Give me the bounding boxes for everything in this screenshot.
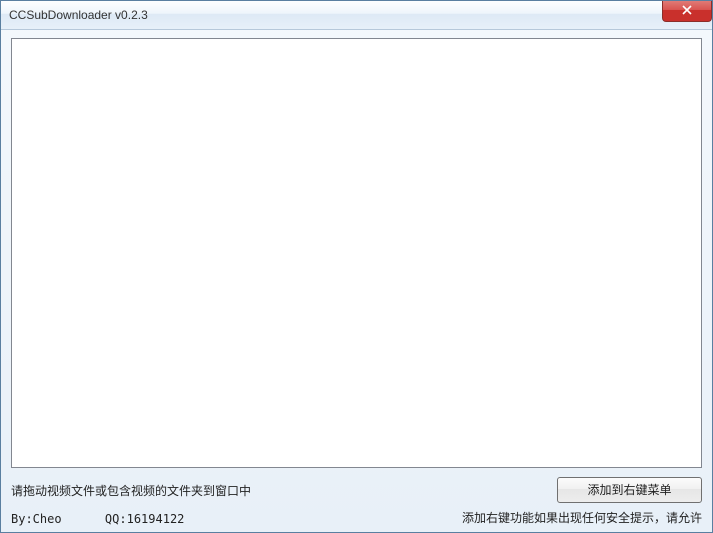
add-context-menu-button[interactable]: 添加到右键菜单 — [557, 477, 702, 503]
credits-text: By:Cheo QQ:16194122 — [11, 512, 184, 526]
close-icon — [682, 4, 692, 18]
bottom-row: 请拖动视频文件或包含视频的文件夹到窗口中 添加到右键菜单 — [11, 476, 702, 504]
instruction-text: 请拖动视频文件或包含视频的文件夹到窗口中 — [11, 482, 251, 499]
window-title: CCSubDownloader v0.2.3 — [9, 8, 148, 22]
titlebar[interactable]: CCSubDownloader v0.2.3 — [1, 1, 712, 30]
app-window: CCSubDownloader v0.2.3 请拖动视频文件或包含视频的文件夹到… — [0, 0, 713, 533]
footer-row: By:Cheo QQ:16194122 添加右键功能如果出现任何安全提示，请允许 — [11, 508, 702, 526]
drop-area[interactable] — [11, 38, 702, 468]
client-area: 请拖动视频文件或包含视频的文件夹到窗口中 添加到右键菜单 By:Cheo QQ:… — [1, 30, 712, 532]
security-warning-text: 添加右键功能如果出现任何安全提示，请允许 — [462, 509, 702, 526]
close-button[interactable] — [662, 1, 712, 22]
